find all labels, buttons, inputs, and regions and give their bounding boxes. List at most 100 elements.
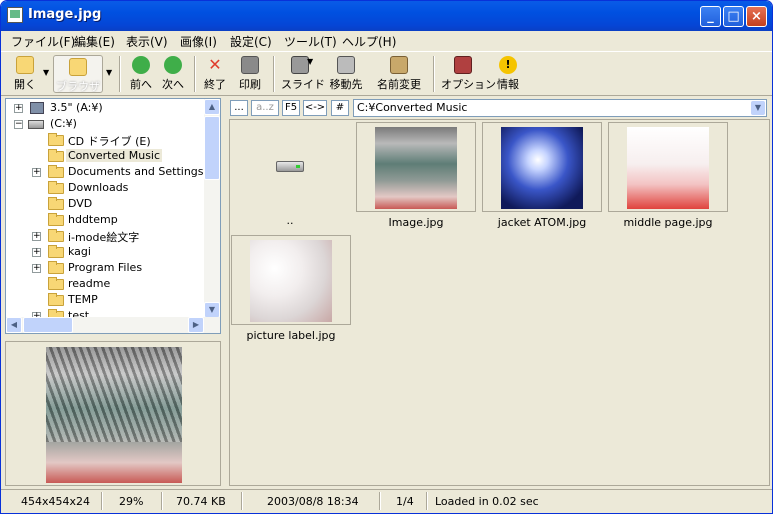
tree-item-converted-music[interactable]: Converted Music xyxy=(6,148,206,164)
prev-button[interactable]: 前へ xyxy=(127,56,155,92)
menu-view[interactable]: 表示(V) xyxy=(126,33,168,50)
print-button[interactable]: 印刷 xyxy=(236,56,264,92)
up-folder-button[interactable]: ... xyxy=(230,100,248,116)
menu-tools[interactable]: ツール(T) xyxy=(284,33,337,50)
menu-settings[interactable]: 設定(C) xyxy=(230,33,272,50)
move-to-button[interactable]: 移動先 xyxy=(327,56,365,92)
open-dropdown-arrow[interactable]: ▼ xyxy=(43,68,49,77)
collapse-toggle[interactable]: − xyxy=(14,120,23,129)
maximize-button[interactable]: □ xyxy=(723,6,744,27)
status-bar: 454x454x24 29% 70.74 KB 2003/08/8 18:34 … xyxy=(1,489,772,513)
status-separator xyxy=(379,492,381,510)
expand-toggle[interactable]: + xyxy=(32,232,41,241)
rename-button[interactable]: 名前変更 xyxy=(374,56,424,92)
tree-item-label-selected: Converted Music xyxy=(66,149,163,162)
preview-panel xyxy=(5,341,221,486)
tree-item-program-files[interactable]: + Program Files xyxy=(6,260,206,276)
scroll-right-arrow[interactable]: ▶ xyxy=(188,317,204,333)
folder-tree[interactable]: + 3.5" (A:¥) − (C:¥) CD ドライブ (E) Convert… xyxy=(5,98,221,334)
slide-button[interactable]: スライド xyxy=(281,56,325,92)
exit-button[interactable]: ✕ 終了 xyxy=(201,56,229,92)
swap-button[interactable]: <-> xyxy=(303,100,327,116)
scroll-up-arrow[interactable]: ▲ xyxy=(204,99,220,115)
toolbar-separator xyxy=(433,56,435,92)
tree-item-imode[interactable]: + i-mode絵文字 xyxy=(6,228,206,244)
tree-item-readme[interactable]: readme xyxy=(6,276,206,292)
expand-toggle[interactable]: + xyxy=(32,168,41,177)
move-icon xyxy=(337,56,355,74)
tree-horizontal-scrollbar[interactable]: ◀ ▶ xyxy=(6,317,220,333)
toolbar-separator xyxy=(119,56,121,92)
folder-icon xyxy=(48,229,64,242)
thumbnail-label: middle page.jpg xyxy=(623,216,713,229)
next-button[interactable]: 次へ xyxy=(159,56,187,92)
hard-drive-icon xyxy=(28,120,44,129)
app-window: Image.jpg _ □ × ファイル(F) 編集(E) 表示(V) 画像(I… xyxy=(0,0,773,514)
folder-icon xyxy=(48,133,64,146)
scroll-thumb[interactable] xyxy=(204,116,220,180)
slide-dropdown-arrow[interactable]: ▼ xyxy=(307,57,313,66)
tree-item-c-drive[interactable]: − (C:¥) xyxy=(6,116,206,132)
tree-item-label: (C:¥) xyxy=(50,117,77,130)
thumbnail-image-jpg[interactable] xyxy=(356,122,476,212)
expand-toggle[interactable]: + xyxy=(32,248,41,257)
tree-item-kagi[interactable]: + kagi xyxy=(6,244,206,260)
minimize-button[interactable]: _ xyxy=(700,6,721,27)
window-title: Image.jpg xyxy=(28,7,102,22)
tree-item-temp[interactable]: TEMP xyxy=(6,292,206,308)
thumbnail-jacket-atom[interactable] xyxy=(482,122,602,212)
path-input[interactable]: C:¥Converted Music ▼ xyxy=(353,99,767,117)
folder-icon xyxy=(48,293,64,306)
expand-toggle[interactable]: + xyxy=(14,104,23,113)
menu-edit[interactable]: 編集(E) xyxy=(74,33,115,50)
status-load-time: Loaded in 0.02 sec xyxy=(435,495,539,508)
folder-icon xyxy=(48,197,64,210)
status-separator xyxy=(161,492,163,510)
menu-file[interactable]: ファイル(F) xyxy=(11,33,75,50)
expand-toggle[interactable]: + xyxy=(32,264,41,273)
folder-icon xyxy=(48,261,64,274)
thumbnail-middle-page[interactable] xyxy=(608,122,728,212)
toolbar-separator xyxy=(194,56,196,92)
menu-image[interactable]: 画像(I) xyxy=(180,33,217,50)
refresh-f5-button[interactable]: F5 xyxy=(282,100,300,116)
close-x-icon: ✕ xyxy=(208,55,222,74)
thumbnail-label: Image.jpg xyxy=(388,216,444,229)
tree-item-hddtemp[interactable]: hddtemp xyxy=(6,212,206,228)
parent-folder-label[interactable]: .. xyxy=(230,214,350,227)
folder-icon xyxy=(48,245,64,258)
status-separator xyxy=(101,492,103,510)
close-button[interactable]: × xyxy=(746,6,767,27)
preview-image xyxy=(46,347,182,483)
thumbnail-picture-label[interactable] xyxy=(231,235,351,325)
folder-icon xyxy=(48,277,64,290)
browse-dropdown-arrow[interactable]: ▼ xyxy=(106,68,112,77)
options-icon xyxy=(454,56,472,74)
tree-item-label: Program Files xyxy=(68,261,143,274)
tree-vertical-scrollbar[interactable]: ▲ ▼ xyxy=(204,99,220,318)
status-separator xyxy=(241,492,243,510)
browse-icon xyxy=(69,58,87,76)
options-button[interactable]: オプション xyxy=(441,56,496,92)
tree-item-cd-drive[interactable]: CD ドライブ (E) xyxy=(6,132,206,148)
arrow-right-icon xyxy=(164,56,182,74)
parent-folder-icon[interactable] xyxy=(276,161,304,172)
tree-item-downloads[interactable]: Downloads xyxy=(6,180,206,196)
hash-button[interactable]: # xyxy=(331,100,349,116)
scroll-down-arrow[interactable]: ▼ xyxy=(204,302,220,318)
file-thumbnails[interactable]: .. Image.jpg jacket ATOM.jpg middle page… xyxy=(229,119,770,486)
tree-item-label: CD ドライブ (E) xyxy=(68,135,151,148)
sort-az-button[interactable]: a..z xyxy=(251,100,279,116)
path-text: C:¥Converted Music xyxy=(357,101,468,114)
scroll-left-arrow[interactable]: ◀ xyxy=(6,317,22,333)
hscroll-thumb[interactable] xyxy=(23,317,73,333)
open-button[interactable]: 開く xyxy=(9,56,41,92)
chevron-down-icon[interactable]: ▼ xyxy=(751,101,765,115)
title-bar[interactable]: Image.jpg _ □ × xyxy=(1,1,772,31)
tree-item-documents[interactable]: + Documents and Settings xyxy=(6,164,206,180)
browse-button[interactable]: ブラウザ xyxy=(53,55,103,93)
info-button[interactable]: ! 情報 xyxy=(494,56,522,92)
menu-help[interactable]: ヘルプ(H) xyxy=(342,33,396,50)
tree-item-floppy[interactable]: + 3.5" (A:¥) xyxy=(6,100,206,116)
tree-item-dvd[interactable]: DVD xyxy=(6,196,206,212)
